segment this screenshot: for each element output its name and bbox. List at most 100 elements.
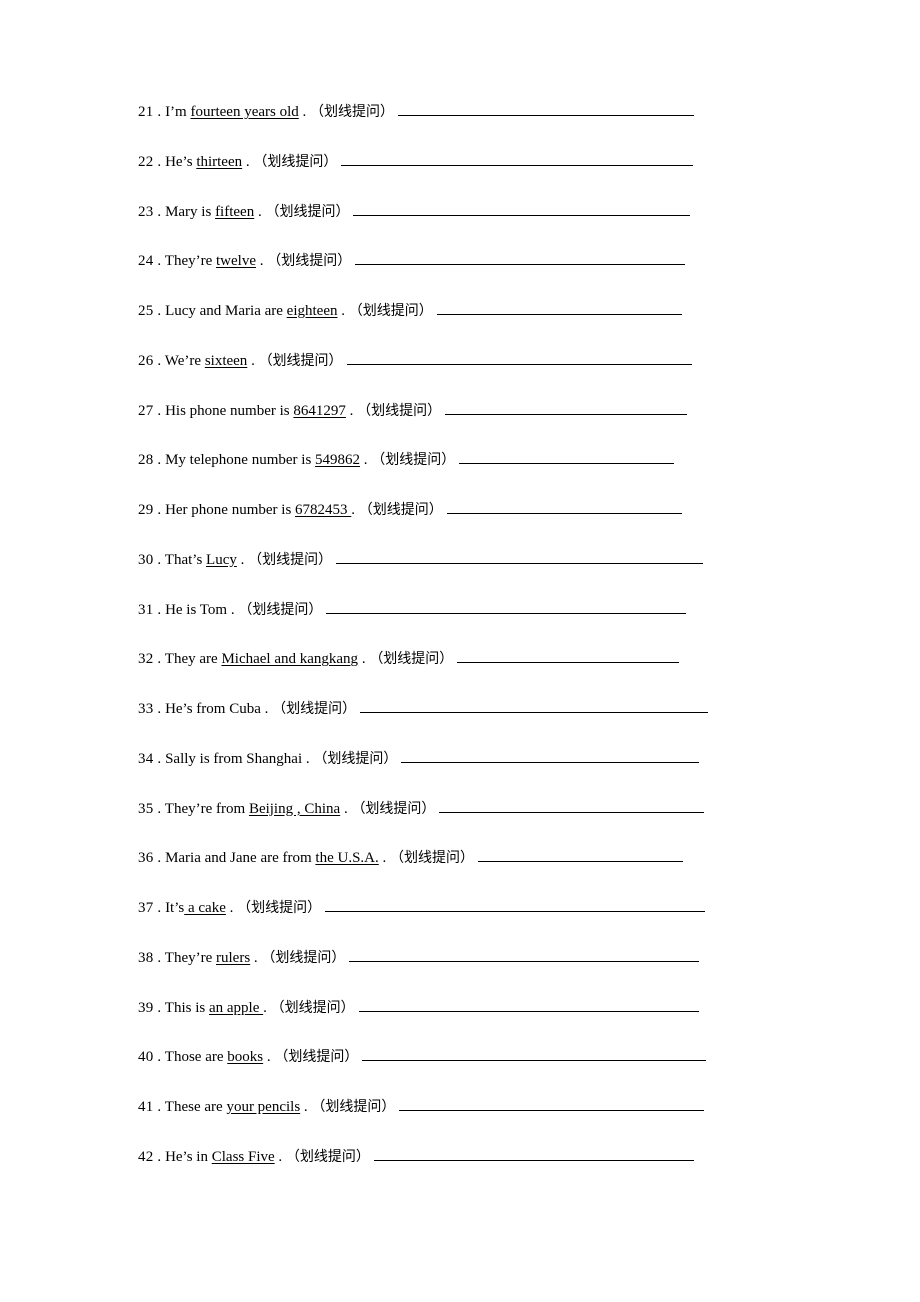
sentence-punctuation: . <box>256 253 264 270</box>
answer-blank[interactable] <box>398 104 695 116</box>
instruction-prompt: （划线提问） <box>265 203 350 220</box>
sentence-text: He’s from Cuba . <box>165 701 269 717</box>
sentence-punctuation: . <box>358 651 366 668</box>
sentence-text: I’m <box>165 104 191 120</box>
item-number: 26 . <box>138 352 162 369</box>
item-number: 38 . <box>138 949 162 966</box>
sentence-punctuation: . <box>298 104 307 120</box>
instruction-prompt: （划线提问） <box>237 900 322 916</box>
underlined-phrase: Michael and kangkang <box>221 651 359 668</box>
sentence-text: Mary is <box>165 203 216 220</box>
answer-blank[interactable] <box>436 303 682 315</box>
sentence-punctuation: . <box>263 1049 271 1066</box>
exercise-item: 37 . It’s a cake . （划线提问） <box>138 900 750 917</box>
item-number: 34 . <box>138 750 162 767</box>
underlined-phrase: rulers <box>216 949 251 966</box>
item-number: 33 . <box>138 701 162 717</box>
sentence-punctuation: . <box>345 402 354 419</box>
answer-blank[interactable] <box>478 850 684 863</box>
worksheet-page: 21 . I’m fourteen years old . （划线提问） 22 .… <box>0 0 920 1166</box>
answer-blank[interactable] <box>325 900 706 912</box>
sentence-text: He’s <box>165 153 197 170</box>
answer-blank[interactable] <box>445 403 688 415</box>
sentence-text: They’re <box>164 949 217 966</box>
sentence-punctuation: . <box>340 800 348 817</box>
exercise-item: 29 . Her phone number is 6782453 . （划线提问… <box>138 502 750 519</box>
underlined-phrase: thirteen <box>196 153 243 170</box>
answer-blank[interactable] <box>446 502 682 514</box>
item-number: 27 . <box>138 402 162 419</box>
sentence-text: They’re <box>164 253 217 270</box>
instruction-prompt: （划线提问） <box>310 104 395 120</box>
underlined-phrase: books <box>227 1049 264 1066</box>
sentence-punctuation: . <box>263 999 267 1016</box>
underlined-phrase: twelve <box>216 253 256 270</box>
instruction-prompt: （划线提问） <box>285 1148 370 1165</box>
sentence-text: My telephone number is <box>165 452 316 469</box>
answer-blank[interactable] <box>349 950 700 962</box>
instruction-prompt: （划线提问） <box>274 1049 359 1066</box>
exercise-item: 39 . This is an apple . （划线提问） <box>138 1000 750 1017</box>
sentence-punctuation: . <box>360 452 368 469</box>
answer-blank[interactable] <box>373 1149 694 1161</box>
underlined-phrase: Lucy <box>206 551 237 568</box>
answer-blank[interactable] <box>360 701 709 713</box>
item-number: 21 . <box>138 104 162 120</box>
instruction-prompt: （划线提问） <box>348 303 433 319</box>
item-number: 36 . <box>138 850 162 867</box>
instruction-prompt: （划线提问） <box>253 153 338 170</box>
answer-blank[interactable] <box>346 353 692 365</box>
answer-blank[interactable] <box>439 801 705 813</box>
answer-blank[interactable] <box>341 154 694 166</box>
exercise-item: 25 . Lucy and Maria are eighteen . （划线提问… <box>138 303 750 320</box>
item-number: 25 . <box>138 303 162 319</box>
sentence-punctuation: . <box>236 551 245 568</box>
answer-blank[interactable] <box>399 1099 705 1111</box>
underlined-phrase: eighteen <box>286 303 338 319</box>
underlined-phrase: a cake <box>184 900 226 916</box>
underlined-phrase: 549862 <box>315 452 361 469</box>
item-number: 30 . <box>138 551 162 568</box>
instruction-prompt: （划线提问） <box>313 750 398 767</box>
instruction-prompt: （划线提问） <box>371 452 456 469</box>
answer-blank[interactable] <box>336 552 704 564</box>
exercise-item: 42 . He’s in Class Five . （划线提问） <box>138 1149 750 1166</box>
item-number: 42 . <box>138 1148 162 1165</box>
instruction-prompt: （划线提问） <box>357 402 442 419</box>
instruction-prompt: （划线提问） <box>311 1099 396 1115</box>
sentence-punctuation: . <box>254 203 262 220</box>
underlined-phrase: fifteen <box>215 203 255 220</box>
answer-blank[interactable] <box>457 651 680 664</box>
sentence-text: They are <box>164 651 222 668</box>
sentence-text: Maria and Jane are from <box>165 850 316 867</box>
answer-blank[interactable] <box>326 602 687 614</box>
sentence-punctuation: . <box>274 1148 283 1165</box>
item-number: 22 . <box>138 153 162 170</box>
sentence-punctuation: . <box>351 502 356 518</box>
exercise-item: 41 . These are your pencils . （划线提问） <box>138 1099 750 1116</box>
underlined-phrase: sixteen <box>204 352 248 369</box>
sentence-text: We’re <box>164 352 205 369</box>
sentence-text: Lucy and Maria are <box>165 303 287 319</box>
exercise-item: 24 . They’re twelve . （划线提问） <box>138 253 750 270</box>
answer-blank[interactable] <box>358 1000 699 1012</box>
answer-blank[interactable] <box>459 452 675 465</box>
answer-blank[interactable] <box>353 204 691 216</box>
answer-blank[interactable] <box>362 1049 707 1062</box>
underlined-phrase: 6782453 <box>295 502 352 518</box>
answer-blank[interactable] <box>355 253 686 266</box>
sentence-text: They’re from <box>164 800 249 817</box>
exercise-item: 21 . I’m fourteen years old . （划线提问） <box>138 104 750 121</box>
sentence-punctuation: . <box>250 949 258 966</box>
item-number: 31 . <box>138 601 162 618</box>
exercise-item: 26 . We’re sixteen . （划线提问） <box>138 353 750 370</box>
underlined-phrase: Class Five <box>211 1148 275 1165</box>
answer-blank[interactable] <box>401 751 700 763</box>
item-number: 41 . <box>138 1099 162 1115</box>
exercise-item: 34 . Sally is from Shanghai . （划线提问） <box>138 751 750 768</box>
sentence-punctuation: . <box>225 900 234 916</box>
instruction-prompt: （划线提问） <box>272 701 357 717</box>
exercise-item: 31 . He is Tom . （划线提问） <box>138 602 750 619</box>
sentence-text: Sally is from Shanghai . <box>165 750 310 767</box>
exercise-item: 38 . They’re rulers . （划线提问） <box>138 950 750 967</box>
